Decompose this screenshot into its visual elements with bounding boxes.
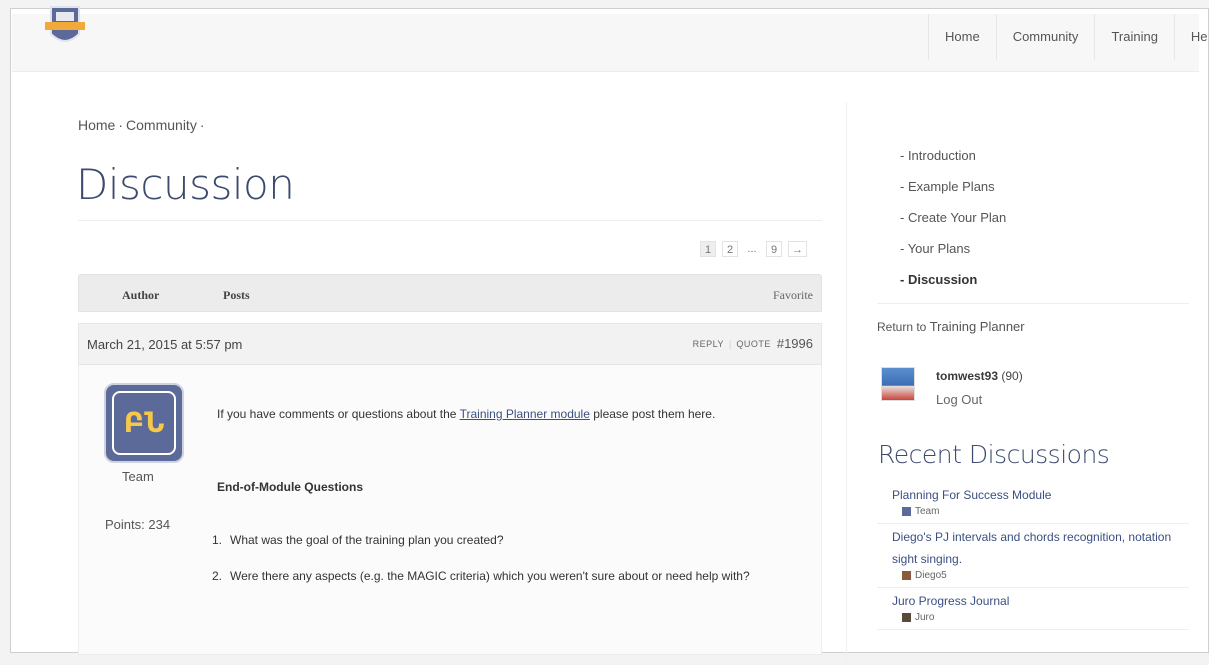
recent-discussions-title: Recent Discussions	[878, 440, 1110, 469]
nav-item-community[interactable]: Community	[995, 14, 1095, 60]
page-button[interactable]: 9	[766, 241, 782, 257]
nav-item-home[interactable]: Home	[928, 14, 996, 60]
author-avatar-icon	[902, 613, 911, 622]
sidebar-item[interactable]: - Discussion	[900, 264, 1006, 295]
site-logo[interactable]	[42, 4, 88, 50]
page-button[interactable]: 1	[700, 241, 716, 257]
post-intro-text: If you have comments or questions about …	[217, 407, 460, 421]
sidebar-item[interactable]: - Create Your Plan	[900, 202, 1006, 233]
user-name[interactable]: tomwest93 (90)	[936, 369, 1023, 383]
question-item: 1. What was the goal of the training plan…	[212, 529, 802, 551]
return-to-training-planner[interactable]: Return to Training Planner	[877, 319, 1025, 334]
author-name: Diego5	[915, 570, 947, 581]
logout-link[interactable]: Log Out	[936, 392, 982, 407]
recent-discussion-author[interactable]: Team	[902, 506, 1189, 517]
username: tomwest93	[936, 369, 999, 383]
post-section-heading: End-of-Module Questions	[217, 480, 363, 494]
question-text: What was the goal of the training plan y…	[230, 533, 504, 547]
page-title: Discussion	[76, 160, 295, 209]
recent-discussion-item: Juro Progress Journal Juro	[877, 588, 1189, 630]
recent-discussion-link[interactable]: Diego's PJ intervals and chords recognit…	[892, 526, 1189, 570]
sidebar-item[interactable]: - Your Plans	[900, 233, 1006, 264]
next-page-button[interactable]: →	[788, 241, 807, 257]
avatar-logo-icon: ԲՆ	[112, 391, 176, 455]
nav-item-training[interactable]: Training	[1094, 14, 1173, 60]
breadcrumb-item[interactable]: Home	[78, 117, 115, 133]
question-item: 2. Were there any aspects (e.g. the MAGIC…	[212, 565, 802, 587]
main-nav: Home Community Training He	[928, 14, 1209, 60]
user-score: (90)	[998, 369, 1023, 383]
return-link-text: Training Planner	[929, 319, 1025, 334]
favorite-link[interactable]: Favorite	[773, 288, 813, 303]
recent-discussions-list: Planning For Success Module Team Diego's P…	[877, 482, 1189, 630]
author-avatar[interactable]: ԲՆ	[104, 383, 184, 463]
action-separator: |	[728, 338, 732, 349]
reply-link[interactable]: REPLY	[693, 339, 724, 349]
question-number: 1.	[212, 533, 223, 547]
post-actions: REPLY | QUOTE #1996	[693, 336, 813, 351]
return-prefix: Return to	[877, 320, 930, 334]
post-id-link[interactable]: #1996	[777, 336, 813, 351]
author-column-header: Author	[122, 288, 160, 302]
quote-link[interactable]: QUOTE	[736, 339, 771, 349]
breadcrumb: Home · Community ·	[78, 117, 208, 133]
breadcrumb-separator: ·	[118, 117, 124, 133]
author-name: Juro	[915, 612, 935, 623]
recent-discussion-item: Planning For Success Module Team	[877, 482, 1189, 524]
user-avatar[interactable]	[881, 367, 915, 401]
sidebar-nav: - Introduction - Example Plans - Create Yo…	[900, 140, 1006, 295]
author-points: Points: 234	[105, 517, 171, 532]
posts-column-header: Posts	[223, 288, 250, 302]
site-header: Home Community Training He	[12, 6, 1208, 72]
recent-discussion-author[interactable]: Diego5	[902, 570, 1189, 581]
post-date: March 21, 2015 at 5:57 pm	[87, 337, 243, 352]
sidebar-item[interactable]: - Example Plans	[900, 171, 1006, 202]
recent-discussion-link[interactable]: Planning For Success Module	[892, 484, 1189, 506]
page-button[interactable]: 2	[722, 241, 738, 257]
recent-discussion-item: Diego's PJ intervals and chords recognit…	[877, 524, 1189, 588]
title-divider	[78, 220, 822, 221]
sidebar-item[interactable]: - Introduction	[900, 140, 1006, 171]
nav-item-he[interactable]: He	[1173, 14, 1209, 60]
post-body: ԲՆ Team Points: 234 If you have comments…	[78, 365, 822, 655]
sidebar-divider	[846, 102, 847, 662]
breadcrumb-separator: ·	[199, 117, 205, 133]
author-role: Team	[122, 469, 154, 484]
post-meta-bar: March 21, 2015 at 5:57 pm REPLY | QUOTE …	[78, 323, 822, 365]
question-text: Were there any aspects (e.g. the MAGIC c…	[230, 569, 750, 583]
author-name: Team	[915, 506, 940, 517]
post-intro-text-end: please post them here.	[589, 407, 716, 421]
recent-discussion-author[interactable]: Juro	[902, 612, 1189, 623]
forum-table-header: Author Posts Favorite	[78, 274, 822, 312]
training-planner-module-link[interactable]: Training Planner module	[460, 407, 590, 421]
question-number: 2.	[212, 569, 223, 583]
pagination: 1 2... 9 →	[700, 241, 807, 257]
breadcrumb-item[interactable]: Community	[126, 117, 197, 133]
pagination-ellipsis: ...	[747, 243, 757, 255]
recent-discussion-link[interactable]: Juro Progress Journal	[892, 590, 1189, 612]
author-avatar-icon	[902, 571, 911, 580]
sidebar-rule	[877, 303, 1189, 304]
author-avatar-icon	[902, 507, 911, 516]
question-list: 1. What was the goal of the training plan…	[212, 529, 802, 601]
post-intro: If you have comments or questions about …	[217, 403, 807, 425]
